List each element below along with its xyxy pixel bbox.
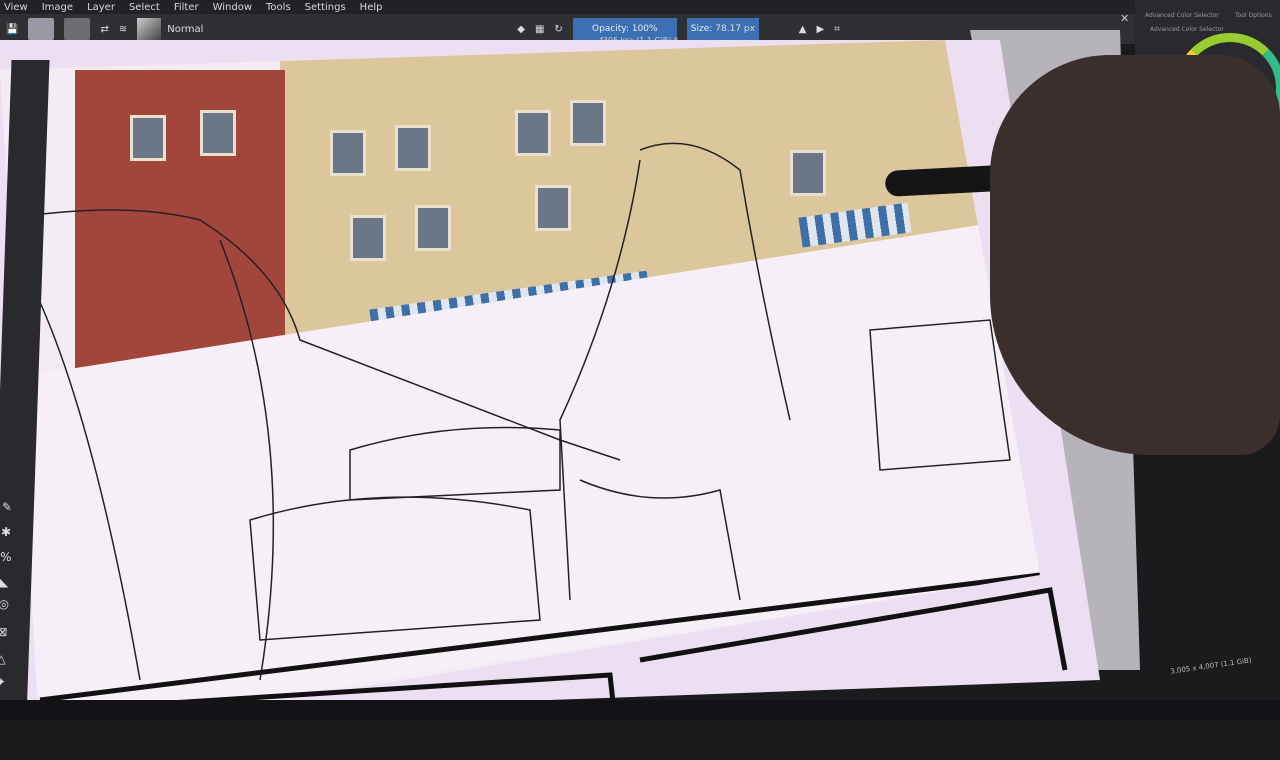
brush-toolbar: 💾 ⇄ ≋ Normal ◆ ▦ ↻ Opacity: 100% Size: 7… (0, 14, 1140, 44)
docker-tab-color[interactable]: Advanced Color Selector (1145, 12, 1219, 19)
menu-bar: View Image Layer Select Filter Window To… (0, 0, 1280, 14)
docker-tab-tool-options[interactable]: Tool Options (1235, 12, 1272, 19)
menu-layer[interactable]: Layer (87, 2, 115, 13)
blend-mode-select[interactable]: Normal (137, 18, 337, 40)
menu-view[interactable]: View (4, 2, 28, 13)
blend-mode-value: Normal (167, 23, 204, 35)
alpha-lock-icon[interactable]: ▦ (535, 24, 544, 35)
mirror-vertical-icon[interactable]: ▶ (816, 24, 824, 35)
close-icon[interactable]: ✕ (1120, 12, 1129, 25)
menu-settings[interactable]: Settings (305, 2, 346, 13)
menu-select[interactable]: Select (129, 2, 160, 13)
hand (990, 55, 1280, 455)
menu-window[interactable]: Window (213, 2, 252, 13)
brush-preset-thumbnail[interactable] (137, 18, 162, 40)
panel-borders (59, 587, 1068, 721)
assistant-tool-icon[interactable]: ✦ (0, 675, 10, 689)
crop-tool-icon[interactable]: ⊠ (0, 625, 12, 639)
measure-tool-icon[interactable]: △ (0, 652, 11, 666)
save-icon[interactable]: 💾 (6, 24, 18, 35)
fill-tool-icon[interactable]: ◣ (0, 575, 14, 589)
mirror-horizontal-icon[interactable]: ▲ (799, 24, 807, 35)
menu-image[interactable]: Image (42, 2, 73, 13)
menu-help[interactable]: Help (360, 2, 383, 13)
gradient-swatch[interactable] (28, 18, 55, 40)
size-slider[interactable]: Size: 78.17 px (686, 18, 759, 40)
pattern-swatch[interactable] (64, 18, 91, 40)
wrap-icon[interactable]: ⌗ (834, 24, 840, 35)
menu-tools[interactable]: Tools (266, 2, 291, 13)
brush-settings-icon[interactable]: ≋ (119, 24, 127, 35)
reload-icon[interactable]: ↻ (554, 24, 562, 35)
brush-tool-icon[interactable]: ✎ (2, 500, 16, 514)
eraser-icon[interactable]: ◆ (517, 24, 525, 35)
monitor-bezel (0, 700, 1280, 720)
docker-header: Advanced Color Selector (1150, 26, 1224, 33)
multibrush-tool-icon[interactable]: ✱ (1, 525, 15, 539)
size-value: 78.17 px (715, 24, 755, 34)
transform-tool-icon[interactable]: ◎ (0, 597, 13, 611)
size-label: Size: (690, 24, 713, 34)
image-size-status: 3,005 x 4,007 (1.1 GiB) (1169, 656, 1253, 676)
menu-filter[interactable]: Filter (174, 2, 199, 13)
swap-colors-icon[interactable]: ⇄ (100, 24, 108, 35)
color-picker-icon[interactable]: % (0, 550, 14, 564)
